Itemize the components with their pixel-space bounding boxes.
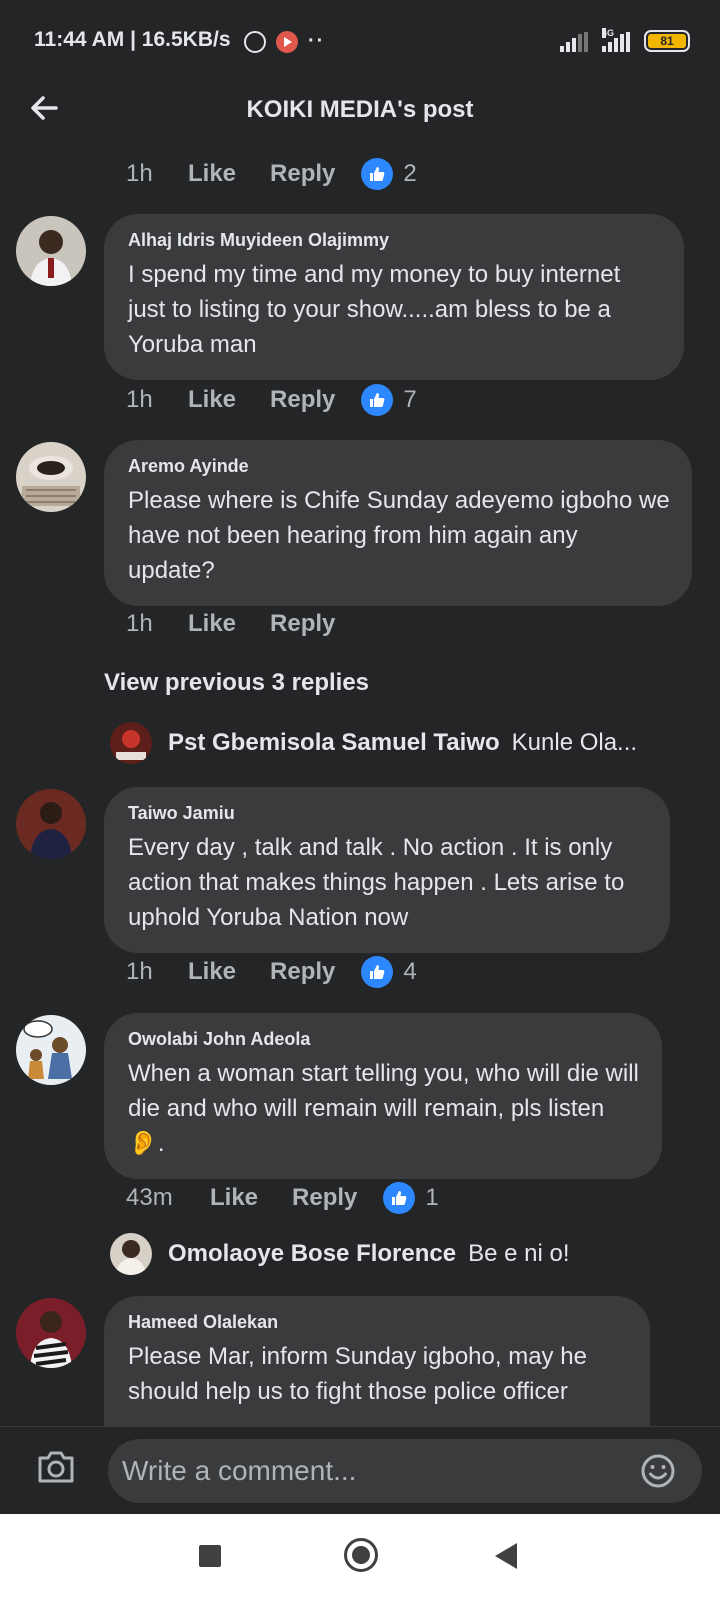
like-button[interactable]: Like [188, 610, 236, 638]
avatar[interactable] [16, 1015, 86, 1085]
reply-author[interactable]: Omolaoye Bose Florence [168, 1240, 456, 1268]
comment-bubble[interactable]: Alhaj Idris Muyideen Olajimmy I spend my… [104, 214, 684, 380]
reaction-count: 7 [403, 386, 417, 413]
status-bar: 11:44 AM | 16.5KB/s ·· 4G 81 [0, 0, 720, 86]
comment-bubble[interactable]: Aremo Ayinde Please where is Chife Sunda… [104, 440, 692, 606]
system-navigation-bar [0, 1514, 720, 1600]
reaction-count: 4 [403, 958, 417, 985]
comment-bubble[interactable]: Taiwo Jamiu Every day , talk and talk . … [104, 787, 670, 953]
back-triangle-icon[interactable] [495, 1543, 517, 1569]
comment-time: 43m [126, 1184, 173, 1211]
like-reaction-icon[interactable] [383, 1182, 416, 1214]
reply-text: Kunle Ola... [511, 729, 638, 756]
comment-bubble[interactable]: Hameed Olalekan Please Mar, inform Sunda… [104, 1296, 650, 1426]
reply-avatar[interactable] [110, 1233, 152, 1275]
comment-actions: 1h Like Reply [126, 610, 361, 638]
screen-recorder-icon [276, 30, 298, 53]
reply-button[interactable]: Reply [270, 610, 335, 638]
reply-preview[interactable]: Pst Gbemisola Samuel Taiwo Kunle Ola... [110, 722, 637, 764]
emoji-icon[interactable] [640, 1453, 676, 1489]
comments-list[interactable]: 1h Like Reply 2 Alhaj Idris Muyideen Ola… [0, 144, 720, 1426]
reply-avatar[interactable] [110, 722, 152, 764]
status-icons-left: ·· [244, 30, 325, 53]
comment-composer [0, 1426, 720, 1514]
view-previous-replies-link[interactable]: View previous 3 replies [104, 669, 369, 697]
comment-time: 1h [126, 610, 153, 637]
more-notifications-icon: ·· [308, 30, 326, 52]
comment-actions: 43m Like Reply 1 [126, 1182, 439, 1214]
avatar[interactable] [16, 789, 86, 859]
comment-author[interactable]: Alhaj Idris Muyideen Olajimmy [128, 230, 662, 251]
comment-author[interactable]: Hameed Olalekan [128, 1312, 628, 1333]
comment-actions: 1h Like Reply 7 [126, 384, 417, 416]
reply-button[interactable]: Reply [270, 160, 335, 188]
comment-author[interactable]: Owolabi John Adeola [128, 1029, 640, 1050]
reply-author[interactable]: Pst Gbemisola Samuel Taiwo [168, 729, 500, 757]
like-reaction-icon[interactable] [361, 956, 394, 988]
network-type: 4G [602, 28, 615, 38]
reply-preview[interactable]: Omolaoye Bose Florence Be e ni o! [110, 1233, 570, 1275]
mobile-data-signal-icon: 4G [602, 28, 630, 52]
comment-text: Please where is Chife Sunday adeyemo igb… [128, 487, 670, 584]
comment-input[interactable] [108, 1439, 702, 1503]
like-button[interactable]: Like [188, 386, 236, 414]
like-reaction-icon[interactable] [361, 384, 394, 416]
comment-time: 1h [126, 160, 153, 187]
like-button[interactable]: Like [210, 1184, 258, 1212]
recent-apps-icon[interactable] [199, 1545, 221, 1567]
comment-author[interactable]: Taiwo Jamiu [128, 803, 648, 824]
comment-actions: 1h Like Reply 2 [126, 158, 417, 190]
avatar[interactable] [16, 442, 86, 512]
reaction-count: 2 [403, 160, 417, 187]
reply-button[interactable]: Reply [270, 958, 335, 986]
comment-bubble[interactable]: Owolabi John Adeola When a woman start t… [104, 1013, 662, 1179]
like-button[interactable]: Like [188, 958, 236, 986]
reply-button[interactable]: Reply [270, 386, 335, 414]
page-title: KOIKI MEDIA's post [246, 96, 474, 123]
comment-text: When a woman start telling you, who will… [128, 1060, 639, 1157]
signal-strength-icon [560, 32, 588, 52]
alarm-icon [244, 30, 266, 53]
status-time: 11:44 AM | 16.5KB/s [34, 28, 231, 51]
reply-text: Be e ni o! [468, 1240, 570, 1267]
reply-button[interactable]: Reply [292, 1184, 357, 1212]
comment-text: Every day , talk and talk . No action . … [128, 834, 625, 931]
comment-text: I spend my time and my money to buy inte… [128, 261, 621, 358]
status-icons-right: 4G 81 [560, 28, 690, 52]
comment-author[interactable]: Aremo Ayinde [128, 456, 670, 477]
battery-level: 81 [648, 34, 686, 48]
comment-text: Please Mar, inform Sunday igboho, may he… [128, 1343, 587, 1405]
battery-icon: 81 [644, 30, 690, 52]
post-header: KOIKI MEDIA's post [0, 86, 720, 144]
avatar[interactable] [16, 216, 86, 286]
comment-time: 1h [126, 386, 153, 413]
like-button[interactable]: Like [188, 160, 236, 188]
reaction-count: 1 [425, 1184, 439, 1211]
comment-time: 1h [126, 958, 153, 985]
like-reaction-icon[interactable] [361, 158, 394, 190]
home-icon[interactable] [344, 1538, 378, 1572]
comment-actions: 1h Like Reply 4 [126, 956, 417, 988]
avatar[interactable] [16, 1298, 86, 1368]
camera-icon[interactable] [36, 1449, 76, 1485]
